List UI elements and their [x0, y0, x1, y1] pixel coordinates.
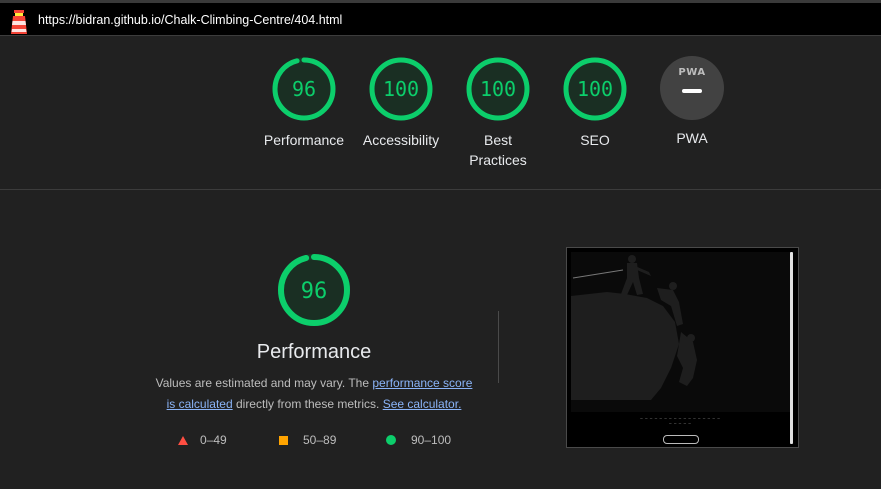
legend-range: 50–89	[303, 433, 337, 447]
score-ring-icon: 100	[466, 57, 530, 121]
gauge-label: Best Practices	[469, 132, 527, 168]
gauge-performance[interactable]: 96 Performance	[254, 56, 354, 150]
gauge-score: 96	[292, 77, 316, 101]
legend-item-pass: 90–100	[386, 433, 451, 447]
see-calculator-link[interactable]: See calculator.	[383, 397, 462, 411]
score-ring-icon: 96	[272, 57, 336, 121]
final-screenshot[interactable]: — — — — — — — — — — — — — — — — — — — — —…	[566, 247, 799, 448]
gauge-pwa[interactable]: PWA PWA	[642, 56, 742, 148]
score-ring-icon: 100	[563, 57, 627, 121]
pwa-badge-icon: PWA	[660, 56, 724, 120]
score-ring-icon: 100	[369, 57, 433, 121]
gauge-label: Performance	[263, 132, 345, 148]
pwa-badge-text: PWA	[678, 67, 706, 78]
square-icon	[279, 435, 288, 445]
gauge-seo[interactable]: 100 SEO	[545, 56, 645, 150]
section-description: Values are estimated and may vary. The p…	[150, 373, 478, 415]
lighthouse-icon	[11, 10, 27, 34]
legend-range: 90–100	[411, 433, 452, 447]
desc-text-1: Values are estimated and may vary. The	[155, 376, 373, 390]
pwa-dash-icon	[682, 89, 702, 93]
page-url[interactable]: https://bidran.github.io/Chalk-Climbing-…	[38, 13, 342, 27]
performance-score-ring-icon: 96	[278, 254, 350, 326]
desc-text-2: directly from these metrics.	[232, 397, 383, 411]
vertical-divider	[498, 311, 499, 383]
circle-icon	[386, 435, 396, 445]
gauge-score: 100	[577, 77, 613, 101]
performance-score: 96	[301, 279, 328, 304]
thumbnail-scrollbar	[790, 252, 793, 444]
gauge-best-practices[interactable]: 100 Best Practices	[448, 56, 548, 170]
gauge-label: PWA	[676, 130, 708, 146]
legend-item-fail: 0–49	[178, 433, 227, 447]
performance-section: 96 Performance Values are estimated and …	[0, 191, 881, 489]
gauge-score: 100	[383, 77, 419, 101]
section-title: Performance	[256, 341, 372, 363]
category-gauges: 96 Performance 100 Accessibility 100 Bes…	[0, 36, 881, 190]
thumbnail-button-icon	[663, 435, 699, 444]
triangle-icon	[178, 435, 188, 445]
legend-item-average: 50–89	[279, 433, 336, 447]
legend-range: 0–49	[200, 433, 227, 447]
gauge-label: Accessibility	[362, 132, 440, 148]
thumbnail-page-text: — — — — — — — — — — — — — — — — — — — — —…	[640, 416, 720, 426]
gauge-score: 100	[480, 77, 516, 101]
gauge-accessibility[interactable]: 100 Accessibility	[351, 56, 451, 150]
url-bar: https://bidran.github.io/Chalk-Climbing-…	[0, 0, 881, 36]
gauge-label: SEO	[580, 132, 610, 148]
